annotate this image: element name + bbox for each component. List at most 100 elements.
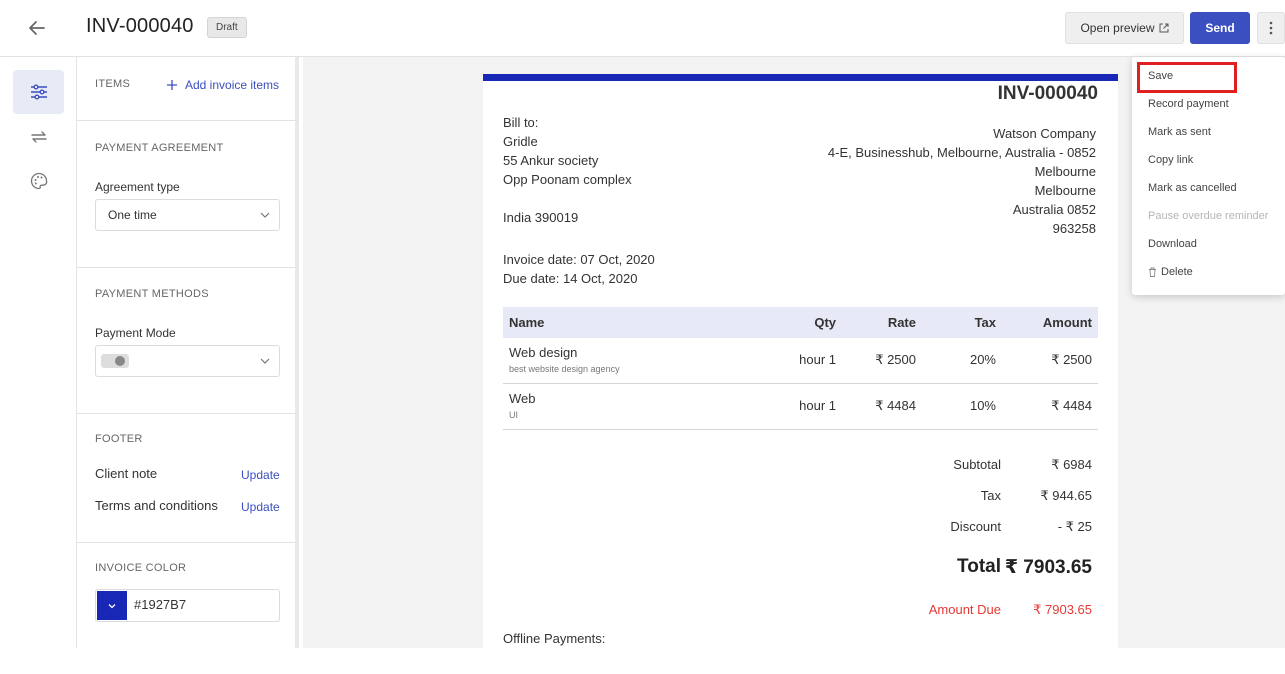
settings-tab[interactable] (13, 70, 64, 114)
trash-icon (1149, 267, 1156, 277)
toggle-icon (101, 354, 129, 368)
chevron-down-icon (260, 212, 270, 218)
item-rate: ₹ 4484 (875, 398, 916, 413)
payment-methods-title: PAYMENT METHODS (95, 288, 209, 300)
invoice-title: INV-000040 (86, 15, 194, 37)
bill-to-line: India 390019 (503, 210, 579, 225)
invoice-date: Invoice date: 07 Oct, 2020 (503, 252, 655, 267)
menu-item-pause-overdue-reminder: Pause overdue reminder (1148, 210, 1269, 222)
color-swatch-button[interactable] (97, 591, 127, 620)
invoice-color-value: #1927B7 (134, 597, 187, 612)
payment-mode-label: Payment Mode (95, 326, 176, 340)
column-header-name: Name (509, 315, 545, 330)
status-badge: Draft (207, 17, 247, 38)
plus-icon (167, 80, 177, 90)
client-note-update-link[interactable]: Update (241, 468, 280, 482)
column-header-rate: Rate (887, 315, 916, 330)
amount-due-label: Amount Due (928, 602, 1001, 617)
total-label: Total (957, 556, 1001, 577)
item-name: Web design (509, 345, 578, 360)
open-preview-button[interactable]: Open preview (1065, 12, 1184, 44)
items-title: ITEMS (95, 78, 131, 90)
terms-label: Terms and conditions (95, 498, 218, 513)
subtotal-value: ₹ 6984 (1051, 457, 1092, 472)
invoice-color-title: INVOICE COLOR (95, 562, 187, 574)
item-tax: 20% (969, 352, 996, 367)
invoice-color-input[interactable]: #1927B7 (95, 589, 280, 622)
discount-value: - ₹ 25 (1057, 519, 1092, 534)
menu-item-delete-label: Delete (1161, 266, 1193, 278)
column-header-qty: Qty (814, 315, 836, 330)
table-row: Web design best website design agency ho… (503, 338, 1098, 384)
agreement-type-select[interactable]: One time (95, 199, 280, 231)
send-button[interactable]: Send (1190, 12, 1250, 44)
item-tax: 10% (969, 398, 996, 413)
item-qty: hour 1 (799, 352, 836, 367)
side-rail (0, 57, 77, 648)
amount-due-value: ₹ 7903.65 (1033, 602, 1092, 617)
more-options-menu: Save Record payment Mark as sent Copy li… (1132, 57, 1285, 295)
bill-to-line: 55 Ankur society (503, 153, 599, 168)
company-line: 963258 (1052, 221, 1096, 236)
invoice-document: INV-000040 Bill to: Gridle 55 Ankur soci… (483, 74, 1118, 674)
top-bar: INV-000040 Draft Open preview Send (0, 0, 1285, 57)
back-arrow-icon[interactable] (26, 17, 48, 39)
recurring-tab[interactable] (13, 115, 64, 159)
design-tab[interactable] (13, 159, 64, 203)
settings-panel: ITEMS Add invoice items PAYMENT AGREEMEN… (77, 57, 299, 648)
item-amount: ₹ 2500 (1051, 352, 1092, 367)
item-name: Web (509, 391, 536, 406)
chevron-down-icon (260, 358, 270, 364)
menu-item-delete[interactable]: Delete (1148, 266, 1193, 278)
due-date: Due date: 14 Oct, 2020 (503, 271, 638, 286)
subtotal-label: Subtotal (953, 457, 1001, 472)
payment-agreement-section: PAYMENT AGREEMENT Agreement type One tim… (77, 121, 299, 268)
open-preview-label: Open preview (1080, 21, 1155, 35)
payment-agreement-title: PAYMENT AGREEMENT (95, 142, 224, 154)
column-header-tax: Tax (974, 315, 996, 330)
menu-item-copy-link[interactable]: Copy link (1148, 154, 1193, 166)
discount-label: Discount (950, 519, 1001, 534)
palette-icon (30, 172, 47, 190)
recurring-arrows-icon (30, 131, 47, 143)
company-line: 4-E, Businesshub, Melbourne, Australia -… (827, 145, 1096, 160)
item-description: UI (509, 410, 518, 420)
footer-title: FOOTER (95, 433, 143, 445)
company-line: Watson Company (993, 126, 1096, 141)
settings-sliders-icon (30, 84, 47, 100)
more-options-button[interactable] (1257, 12, 1285, 44)
more-vertical-icon (1269, 21, 1273, 35)
tax-label: Tax (980, 488, 1001, 503)
offline-payments-label: Offline Payments: (503, 631, 606, 646)
company-line: Australia 0852 (1012, 202, 1096, 217)
payment-methods-section: PAYMENT METHODS Payment Mode (77, 268, 299, 414)
payment-mode-select[interactable] (95, 345, 280, 377)
company-line: Melbourne (1034, 183, 1096, 198)
menu-item-record-payment[interactable]: Record payment (1148, 98, 1229, 110)
bill-to-line: Gridle (503, 134, 538, 149)
items-table-header: Name Qty Rate Tax Amount (503, 307, 1098, 338)
footer-section: FOOTER Client note Update Terms and cond… (77, 414, 299, 543)
item-qty: hour 1 (799, 398, 836, 413)
chevron-down-icon (108, 603, 116, 608)
terms-update-link[interactable]: Update (241, 500, 280, 514)
add-invoice-items-label: Add invoice items (185, 78, 280, 92)
bill-to-line: Opp Poonam complex (503, 172, 632, 187)
column-header-amount: Amount (1042, 315, 1092, 330)
menu-item-save[interactable]: Save (1148, 70, 1173, 82)
agreement-type-value: One time (108, 208, 157, 222)
table-row: Web UI hour 1 ₹ 4484 10% ₹ 4484 (503, 384, 1098, 430)
external-link-icon (1159, 23, 1169, 33)
bill-to-label: Bill to: (503, 115, 539, 130)
client-note-label: Client note (95, 466, 158, 481)
add-invoice-items-link[interactable]: Add invoice items (167, 78, 279, 92)
items-section: ITEMS Add invoice items (77, 57, 299, 121)
tax-value: ₹ 944.65 (1040, 488, 1092, 503)
menu-item-mark-as-cancelled[interactable]: Mark as cancelled (1148, 182, 1237, 194)
invoice-color-section: INVOICE COLOR #1927B7 (77, 543, 299, 648)
item-rate: ₹ 2500 (875, 352, 916, 367)
document-invoice-number: INV-000040 (997, 83, 1098, 104)
menu-item-mark-as-sent[interactable]: Mark as sent (1148, 126, 1211, 138)
agreement-type-label: Agreement type (95, 180, 180, 194)
menu-item-download[interactable]: Download (1148, 238, 1197, 250)
